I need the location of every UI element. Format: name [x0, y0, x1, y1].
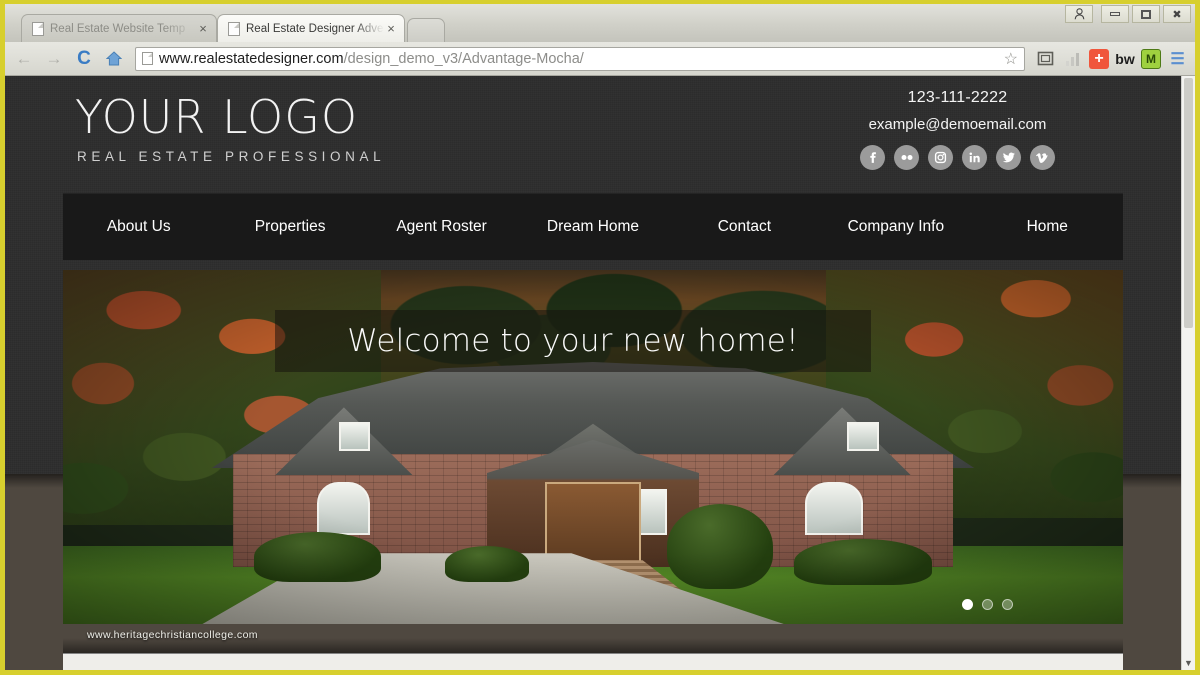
person-glyph	[1074, 8, 1084, 20]
bars-glyph	[1066, 52, 1079, 66]
window-controls: ✖	[1065, 4, 1191, 24]
vimeo-icon[interactable]	[1030, 145, 1055, 170]
home-icon[interactable]	[101, 46, 127, 72]
capture-glyph	[1037, 51, 1053, 66]
phone-number[interactable]: 123-111-2222	[860, 89, 1055, 107]
twitter-glyph	[1002, 152, 1015, 163]
url-host: www.realestatedesigner.com	[159, 50, 344, 67]
nav-item-properties[interactable]: Properties	[214, 218, 365, 236]
reload-icon[interactable]: C	[71, 46, 97, 72]
home-glyph	[106, 51, 122, 66]
tab-favicon-icon	[228, 21, 240, 36]
page-favicon-icon	[142, 52, 153, 65]
nav-item-home[interactable]: Home	[972, 218, 1123, 236]
header-contact-block: 123-111-2222 example@demoemail.com	[860, 89, 1055, 170]
browser-tab-active[interactable]: Real Estate Designer Adve ×	[217, 14, 405, 42]
back-icon[interactable]: ←	[11, 46, 37, 72]
nav-item-dream-home[interactable]: Dream Home	[517, 218, 668, 236]
add-plus-icon[interactable]: +	[1089, 48, 1109, 69]
logo-tagline: REAL ESTATE PROFESSIONAL	[77, 149, 386, 165]
tab-close-icon[interactable]: ×	[384, 22, 398, 36]
address-bar[interactable]: www.realestatedesigner.com/design_demo_v…	[135, 46, 1025, 71]
vimeo-glyph	[1036, 153, 1048, 163]
analytics-bars-icon[interactable]	[1061, 47, 1085, 71]
chrome-menu-icon[interactable]: ☰	[1165, 47, 1189, 71]
browser-window: Real Estate Website Temp × Real Estate D…	[5, 4, 1195, 670]
flickr-icon[interactable]	[894, 145, 919, 170]
flickr-glyph	[901, 155, 912, 160]
close-button[interactable]: ✖	[1163, 5, 1191, 23]
website-content: YOUR LOGO REAL ESTATE PROFESSIONAL 123-1…	[5, 76, 1181, 670]
nav-item-agent-roster[interactable]: Agent Roster	[366, 218, 517, 236]
site-logo[interactable]: YOUR LOGO REAL ESTATE PROFESSIONAL	[75, 90, 386, 165]
below-fold-content-block	[63, 638, 1123, 670]
email-address[interactable]: example@demoemail.com	[860, 116, 1055, 133]
nav-item-about-us[interactable]: About Us	[63, 218, 214, 236]
tab-close-icon[interactable]: ×	[196, 22, 210, 36]
bookmark-star-icon[interactable]: ☆	[1004, 49, 1018, 69]
main-navigation: About Us Properties Agent Roster Dream H…	[63, 193, 1123, 260]
browser-toolbar: ← → C www.realestatedesigner.com/design_…	[5, 42, 1195, 76]
scroll-down-arrow-icon[interactable]: ▼	[1182, 658, 1195, 668]
url-text: www.realestatedesigner.com/design_demo_v…	[159, 51, 584, 67]
screen-capture-icon[interactable]	[1033, 47, 1057, 71]
tab-title: Real Estate Website Temp	[50, 22, 186, 35]
close-icon: ✖	[1172, 8, 1182, 21]
linkedin-icon[interactable]	[962, 145, 987, 170]
instagram-glyph	[934, 151, 947, 164]
tab-title: Real Estate Designer Adve	[246, 22, 384, 35]
url-path: /design_demo_v3/Advantage-Mocha/	[343, 50, 584, 67]
minimize-button[interactable]	[1101, 5, 1129, 23]
tab-favicon-icon	[32, 21, 44, 36]
facebook-icon[interactable]	[860, 145, 885, 170]
instagram-icon[interactable]	[928, 145, 953, 170]
browser-tab-strip: Real Estate Website Temp × Real Estate D…	[5, 4, 1195, 42]
twitter-icon[interactable]	[996, 145, 1021, 170]
hero-slider[interactable]: Welcome to your new home!	[63, 270, 1123, 624]
page-scrollbar[interactable]: ▼	[1181, 76, 1195, 670]
hero-caption-text: Welcome to your new home!	[347, 323, 799, 359]
nav-item-company-info[interactable]: Company Info	[820, 218, 971, 236]
maximize-button[interactable]	[1132, 5, 1160, 23]
bitly-bw-icon[interactable]: bw	[1113, 47, 1137, 71]
slider-dot[interactable]	[1002, 599, 1013, 610]
social-links	[860, 145, 1055, 170]
hero-caption-banner: Welcome to your new home!	[275, 310, 871, 372]
facebook-glyph	[870, 152, 876, 163]
nav-item-contact[interactable]: Contact	[669, 218, 820, 236]
linkedin-glyph	[969, 152, 980, 163]
forward-icon[interactable]: →	[41, 46, 67, 72]
user-profile-icon[interactable]	[1065, 5, 1093, 23]
scrollbar-thumb[interactable]	[1184, 78, 1193, 328]
mcafee-shield-icon[interactable]: M	[1141, 48, 1161, 69]
browser-tab-inactive[interactable]: Real Estate Website Temp ×	[21, 14, 217, 42]
maximize-icon	[1141, 9, 1151, 19]
page-viewport: YOUR LOGO REAL ESTATE PROFESSIONAL 123-1…	[5, 76, 1195, 670]
minimize-icon	[1110, 12, 1120, 16]
logo-title: YOUR LOGO	[75, 90, 359, 144]
os-window-frame: Real Estate Website Temp × Real Estate D…	[0, 0, 1200, 675]
slider-dot-active[interactable]	[962, 599, 973, 610]
new-tab-button[interactable]	[407, 18, 445, 42]
slider-dot[interactable]	[982, 599, 993, 610]
slider-pagination	[962, 599, 1013, 610]
